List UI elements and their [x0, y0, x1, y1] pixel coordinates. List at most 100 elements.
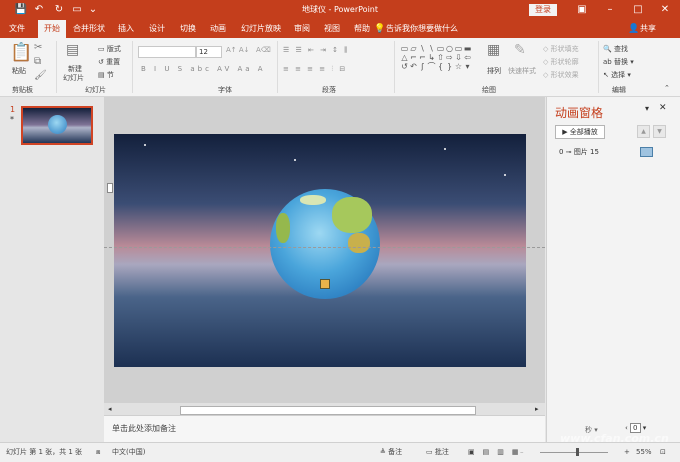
collapse-ribbon-icon[interactable]: ⌃ — [664, 84, 670, 92]
animation-item[interactable]: 0 ⊸ 图片 15 — [559, 147, 599, 157]
arrange-label[interactable]: 排列 — [487, 66, 501, 76]
group-separator — [132, 41, 133, 93]
horizontal-guide[interactable] — [104, 247, 545, 248]
close-button[interactable]: ✕ — [653, 0, 677, 20]
horizontal-scrollbar[interactable]: ◂ ▸ — [104, 403, 545, 415]
ribbon-tabs: 文件 开始 合并形状 插入 设计 切换 动画 幻灯片放映 审阅 视图 帮助 💡 … — [0, 20, 680, 38]
drawing-group-label: 绘图 — [482, 86, 496, 94]
login-button[interactable]: 登录 — [529, 4, 557, 16]
land-americas — [276, 213, 290, 243]
tab-merge-shapes[interactable]: 合并形状 — [70, 20, 108, 38]
tab-file[interactable]: 文件 — [4, 20, 30, 38]
ribbon: 📋 粘贴 ✂ ⧉ 🖌 剪贴板 ▤ 新建 幻灯片 ▭ 版式 ↺ 重置 ▤ 节 幻灯… — [0, 38, 680, 97]
section-button[interactable]: ▤ 节 — [98, 70, 114, 80]
comments-toggle[interactable]: ▭ 批注 — [426, 443, 449, 461]
zoom-minus[interactable]: – — [520, 443, 524, 461]
new-slide-icon[interactable]: ▤ — [66, 43, 79, 57]
group-separator — [277, 41, 278, 93]
list-indent-buttons[interactable]: ☰ ☰ ⇤ ⇥ ↕ ⫼ — [283, 46, 350, 55]
notes-toggle[interactable]: ≜ 备注 — [380, 443, 402, 461]
font-name-box[interactable] — [138, 46, 196, 58]
shape-fill-button[interactable]: ◇ 形状填充 — [543, 44, 579, 54]
replace-button[interactable]: ab 替换 ▾ — [603, 57, 634, 67]
land-australia — [348, 233, 370, 253]
zoom-plus[interactable]: + — [624, 443, 630, 461]
notes-pane[interactable]: 单击此处添加备注 — [104, 415, 545, 443]
fit-to-window-icon[interactable]: ⊡ — [660, 443, 666, 461]
language-status[interactable]: 中文(中国) — [112, 443, 145, 461]
paragraph-group-label: 段落 — [322, 86, 336, 94]
shape-outline-button[interactable]: ◇ 形状轮廓 — [543, 57, 579, 67]
spelling-icon[interactable]: ⧈ — [96, 443, 100, 461]
move-up-icon[interactable]: ▲ — [637, 125, 650, 138]
reset-button[interactable]: ↺ 重置 — [98, 57, 120, 67]
grow-shrink-font[interactable]: A↑ A↓ — [226, 46, 250, 54]
restore-button[interactable]: □ — [626, 0, 650, 20]
zoom-level[interactable]: 55% — [636, 443, 652, 461]
arrange-icon[interactable]: ▦ — [487, 43, 500, 57]
globe-picture[interactable] — [270, 189, 380, 299]
minimize-button[interactable]: – — [598, 0, 622, 20]
quick-styles-label[interactable]: 快速样式 — [508, 66, 536, 76]
zoom-slider[interactable] — [540, 443, 610, 461]
layout-button[interactable]: ▭ 版式 — [98, 44, 121, 54]
move-down-icon[interactable]: ▼ — [653, 125, 666, 138]
group-separator — [56, 41, 57, 93]
clipboard-group-label: 剪贴板 — [12, 86, 33, 94]
tab-insert[interactable]: 插入 — [114, 20, 138, 38]
slide-number: 1 — [10, 105, 16, 114]
animation-pane: 动画窗格 ▾ ✕ ▶ 全部播放 ▲ ▼ 0 ⊸ 图片 15 秒 ▾ ‹ 0 ▾ — [546, 97, 680, 442]
paste-label[interactable]: 粘贴 — [12, 66, 26, 76]
slide-animation-star: * — [10, 115, 14, 124]
cut-icon[interactable]: ✂ — [34, 42, 42, 54]
font-size-box[interactable]: 12 — [196, 46, 222, 58]
paste-icon[interactable]: 📋 — [10, 44, 32, 62]
editing-group-label: 编辑 — [612, 86, 626, 94]
tab-review[interactable]: 审阅 — [290, 20, 314, 38]
tab-design[interactable]: 设计 — [145, 20, 169, 38]
font-group-label: 字体 — [218, 86, 232, 94]
quick-styles-icon[interactable]: ✎ — [514, 43, 526, 57]
tab-home[interactable]: 开始 — [38, 20, 66, 38]
slide-thumbnail[interactable] — [21, 106, 93, 145]
tab-slideshow[interactable]: 幻灯片放映 — [238, 20, 284, 38]
watermark: www.cfan.com.cn — [560, 432, 669, 445]
pane-close-button[interactable]: ✕ — [659, 103, 667, 113]
tell-me-search[interactable]: 告诉我你想要做什么 — [386, 20, 458, 38]
shape-effects-button[interactable]: ◇ 形状效果 — [543, 70, 579, 80]
star — [444, 148, 446, 150]
notes-placeholder[interactable]: 单击此处添加备注 — [112, 423, 176, 434]
view-buttons[interactable]: ▣▤▥▦ — [468, 443, 526, 461]
play-all-button[interactable]: ▶ 全部播放 — [555, 125, 605, 139]
select-button[interactable]: ↖ 选择 ▾ — [603, 70, 631, 80]
scrollbar-thumb[interactable] — [180, 406, 476, 415]
font-style-buttons[interactable]: B I U S abc AV Aa A — [141, 65, 266, 73]
slide-resize-handle[interactable] — [107, 183, 113, 193]
shapes-gallery[interactable]: ▭ ▱ \ \ ▭ ○ ▭▬ △ ⌐ ⌐ ↳ ⇧ ⇨ ⇩ ⇦ ↺ ↶ ʃ ⌒{} ☆ ▾ — [400, 44, 480, 71]
status-bar: 幻灯片 第 1 张，共 1 张 ⧈ 中文(中国) ≜ 备注 ▭ 批注 ▣▤▥▦ … — [0, 442, 680, 462]
share-icon: 👤 — [628, 24, 640, 34]
scroll-left-icon[interactable]: ◂ — [108, 403, 112, 415]
scroll-right-icon[interactable]: ▸ — [535, 403, 539, 415]
animation-item-index: 0 — [559, 148, 564, 156]
group-separator — [598, 41, 599, 93]
copy-icon[interactable]: ⧉ — [34, 56, 41, 68]
alignment-buttons[interactable]: ≡ ≡ ≡ ≡ ⫶ ⊟ — [283, 65, 347, 74]
timeline-bar[interactable] — [640, 147, 653, 157]
slide-canvas[interactable] — [114, 134, 526, 367]
tab-help[interactable]: 帮助 — [350, 20, 374, 38]
share-button[interactable]: 共享 — [640, 20, 656, 38]
format-painter-icon[interactable]: 🖌 — [34, 70, 47, 82]
clear-format-icon[interactable]: A⌫ — [256, 46, 271, 54]
tab-view[interactable]: 视图 — [320, 20, 344, 38]
trigger-icon: ⊸ — [565, 148, 572, 156]
pane-options-icon[interactable]: ▾ — [645, 104, 649, 113]
land-arctic — [300, 195, 326, 205]
timeline-zoom[interactable]: ‹ 0 ▾ — [625, 423, 646, 433]
tab-animations[interactable]: 动画 — [206, 20, 230, 38]
find-button[interactable]: 🔍 查找 — [603, 44, 628, 54]
ribbon-display-options-icon[interactable]: ▣ — [570, 0, 594, 20]
slide-count: 幻灯片 第 1 张，共 1 张 — [6, 448, 83, 456]
new-slide-label-2[interactable]: 幻灯片 — [63, 73, 84, 83]
tab-transitions[interactable]: 切换 — [176, 20, 200, 38]
